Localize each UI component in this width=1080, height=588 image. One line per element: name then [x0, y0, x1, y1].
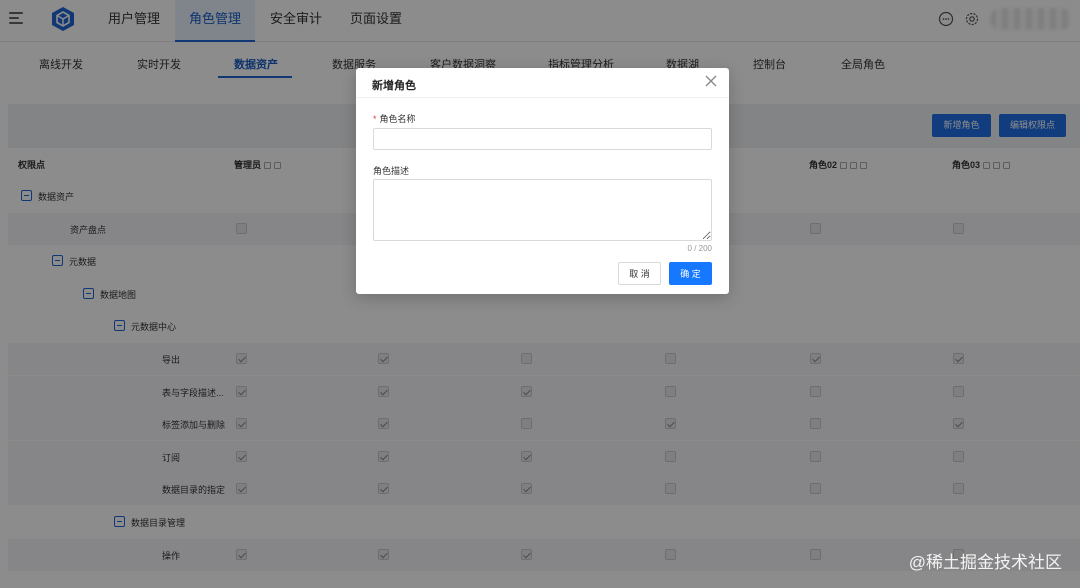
role-name-input[interactable]: [373, 128, 712, 150]
role-name-label: * 角色名称: [373, 114, 416, 124]
role-description-label: 角色描述: [373, 166, 410, 176]
role-description-textarea[interactable]: [373, 179, 712, 241]
close-icon[interactable]: [705, 75, 717, 87]
confirm-button[interactable]: 确 定: [669, 262, 712, 285]
watermark: @稀土掘金技术社区: [908, 553, 1062, 572]
char-counter: 0 / 200: [687, 244, 712, 253]
dialog-header: 新增角色: [356, 68, 729, 98]
cancel-button[interactable]: 取 消: [618, 262, 661, 285]
dialog-title: 新增角色: [372, 80, 416, 92]
new-role-dialog: 新增角色 * 角色名称 角色描述 0 / 200 取 消 确 定: [356, 68, 729, 294]
